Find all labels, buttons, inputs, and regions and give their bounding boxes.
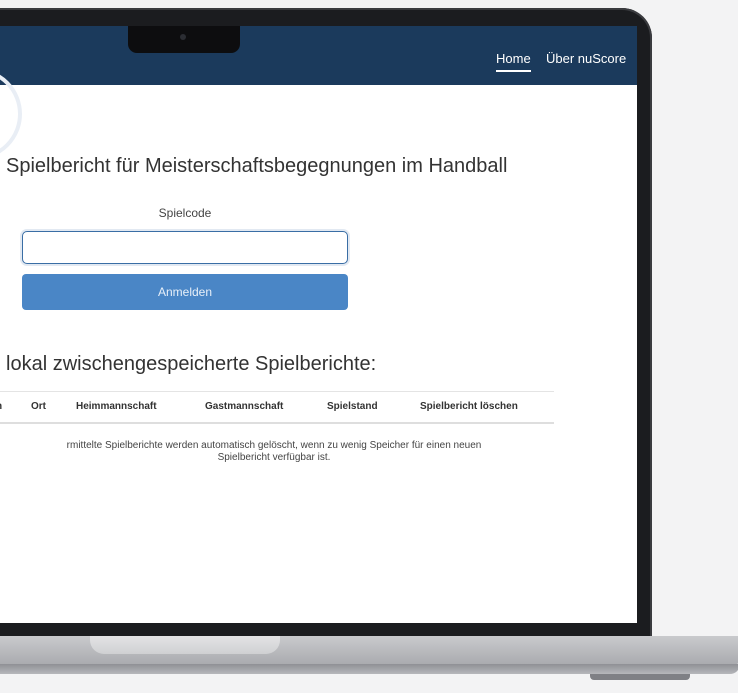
column-header-delete[interactable]: Spielbericht löschen [420,401,518,412]
column-header-ort[interactable]: Ort [31,401,46,412]
laptop-foot [590,674,690,680]
laptop-lid-opening-notch [90,636,280,654]
storage-note-line2: Spielbericht verfügbar ist. [217,452,331,463]
page-title: Spielbericht für Meisterschaftsbegegnung… [6,155,508,177]
top-navbar: Home Über nuScore [0,26,637,85]
camera-notch [128,26,240,53]
game-code-input[interactable] [22,231,348,264]
saved-reports-table-header: n Ort Heimmannschaft Gastmannschaft Spie… [0,391,554,424]
column-header-home-team[interactable]: Heimmannschaft [76,401,157,412]
laptop-lid: Home Über nuScore Spielbericht für Meist… [0,8,652,640]
laptop-base-edge [0,664,738,674]
browser-viewport: Home Über nuScore Spielbericht für Meist… [0,26,637,623]
nav-home-link[interactable]: Home [496,51,531,72]
column-header-guest-team[interactable]: Gastmannschaft [205,401,283,412]
login-button[interactable]: Anmelden [22,274,348,310]
saved-reports-title: lokal zwischengespeicherte Spielberichte… [6,353,377,375]
game-code-label: Spielcode [158,206,212,220]
storage-note: rmittelte Spielberichte werden automatis… [0,440,554,464]
camera-icon [180,34,186,40]
column-header-score[interactable]: Spielstand [327,401,378,412]
column-header[interactable]: n [0,401,2,412]
storage-note-line1: rmittelte Spielberichte werden automatis… [66,440,482,451]
nav-about-link[interactable]: Über nuScore [546,51,626,66]
